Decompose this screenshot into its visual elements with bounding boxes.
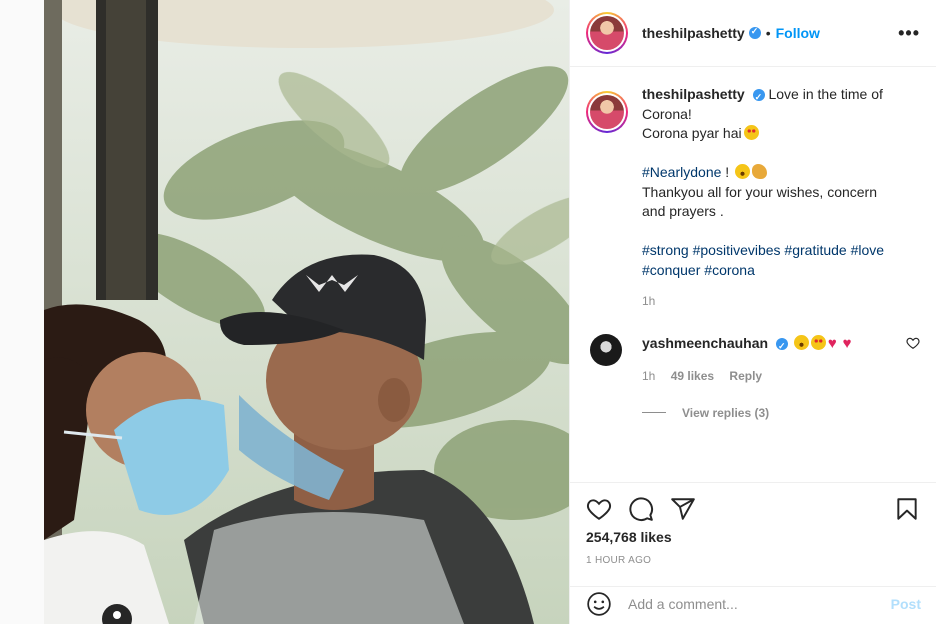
verified-badge-icon (748, 26, 761, 39)
comment-icon[interactable] (628, 496, 654, 522)
caption-avatar[interactable] (586, 91, 628, 133)
save-icon[interactable] (894, 496, 920, 522)
hashtag-gratitude[interactable]: #gratitude (784, 242, 846, 258)
verified-badge-icon (775, 337, 788, 356)
separator-dot: • (765, 25, 771, 41)
share-icon[interactable] (670, 496, 696, 522)
view-replies-line (642, 412, 666, 413)
caption-line2: Corona pyar hai (642, 125, 742, 141)
commenter-username[interactable]: yashmeenchauhan (642, 335, 768, 351)
flexed-biceps-emoji-icon (752, 164, 768, 179)
page-gutter (0, 0, 44, 624)
hashtag-nearlydone[interactable]: #Nearlydone (642, 164, 721, 180)
author-username[interactable]: theshilpashetty (642, 25, 745, 41)
add-comment-bar: Post (570, 586, 936, 624)
commenter-avatar[interactable] (590, 333, 622, 366)
red-heart-emoji-icon: ♥ (842, 334, 852, 352)
post-photo[interactable] (44, 0, 569, 624)
more-icon[interactable]: ••• (898, 23, 920, 44)
view-replies-label: View replies (3) (682, 405, 770, 420)
post-image (44, 0, 569, 624)
comment-likes[interactable]: 49 likes (671, 369, 714, 383)
caption-line4: Thankyou all for your wishes, concern an… (642, 183, 877, 220)
heart-eyes-emoji-icon (810, 334, 826, 350)
view-replies-button[interactable]: View replies (3) (642, 406, 920, 420)
comments-section: theshilpashetty Love in the time of Coro… (570, 67, 936, 483)
post-sidebar: theshilpashetty • Follow ••• theshilpash… (569, 0, 936, 624)
caption-username[interactable]: theshilpashetty (642, 86, 745, 102)
post-comment-button[interactable]: Post (891, 596, 921, 612)
reply-button[interactable]: Reply (729, 369, 762, 383)
likes-count[interactable]: 254,768 likes (570, 529, 936, 545)
hashtag-corona[interactable]: #corona (704, 262, 755, 278)
heart-eyes-emoji-icon (743, 125, 759, 140)
heart-icon[interactable] (586, 496, 612, 522)
hashtag-love[interactable]: #love (851, 242, 884, 258)
grinning-sweat-emoji-icon (793, 334, 809, 350)
grinning-sweat-emoji-icon (735, 164, 751, 179)
hashtag-positivevibes[interactable]: #positivevibes (693, 242, 781, 258)
caption: theshilpashetty Love in the time of Coro… (586, 85, 920, 312)
verified-badge-icon (752, 88, 765, 108)
comment-meta: 1h 49 likes Reply (642, 367, 872, 386)
comment-input[interactable] (628, 595, 891, 612)
post-timestamp[interactable]: 1 HOUR AGO (570, 555, 936, 566)
caption-time[interactable]: 1h (642, 292, 904, 312)
hashtag-conquer[interactable]: #conquer (642, 262, 700, 278)
hashtag-strong[interactable]: #strong (642, 242, 689, 258)
caption-exclaim: ! (721, 164, 734, 180)
follow-button[interactable]: Follow (776, 25, 820, 41)
emoji-icon[interactable] (586, 591, 612, 617)
author-avatar[interactable] (586, 12, 628, 54)
comment-time[interactable]: 1h (642, 369, 655, 383)
red-heart-emoji-icon: ♥ (827, 334, 837, 352)
post-header: theshilpashetty • Follow ••• (570, 0, 936, 67)
like-comment-heart-icon[interactable] (906, 336, 920, 350)
comment-item: yashmeenchauhan ♥ ♥ 1h 49 likes Reply (586, 333, 920, 386)
action-bar (570, 483, 936, 535)
